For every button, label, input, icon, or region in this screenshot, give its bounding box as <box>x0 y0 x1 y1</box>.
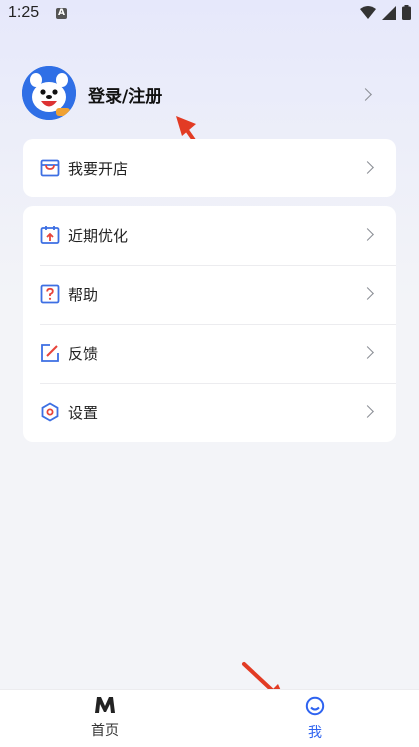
mascot-avatar-icon <box>22 66 76 120</box>
tab-me[interactable]: 我 <box>275 696 355 742</box>
menu-item-help[interactable]: 帮助 <box>23 265 396 324</box>
shop-card: 我要开店 <box>23 139 396 197</box>
chevron-right-icon <box>359 88 372 101</box>
settings-hex-icon <box>41 402 59 422</box>
chevron-right-icon <box>361 287 374 300</box>
tab-home[interactable]: 首页 <box>65 696 145 740</box>
notification-a-icon: A <box>56 8 67 19</box>
battery-icon <box>402 5 411 20</box>
me-smile-icon <box>305 696 325 716</box>
menu-item-label: 帮助 <box>68 286 99 304</box>
status-bar: 1:25 A <box>0 0 419 30</box>
help-icon <box>40 284 60 304</box>
avatar[interactable] <box>22 66 76 120</box>
menu-item-label: 反馈 <box>68 345 99 363</box>
status-time: 1:25 <box>8 4 40 21</box>
calendar-icon <box>40 226 60 244</box>
menu-item-label: 设置 <box>68 404 99 422</box>
settings-card: 近期优化 帮助 反馈 设置 <box>23 206 396 442</box>
chevron-right-icon <box>361 161 374 174</box>
home-m-logo-icon <box>95 697 115 713</box>
menu-item-label: 我要开店 <box>68 160 129 178</box>
chevron-right-icon <box>361 228 374 241</box>
menu-item-open-store[interactable]: 我要开店 <box>23 139 396 198</box>
menu-item-settings[interactable]: 设置 <box>23 383 396 442</box>
tab-me-label: 我 <box>308 725 322 741</box>
store-icon <box>40 159 60 177</box>
feedback-edit-icon <box>41 344 59 362</box>
login-register-label[interactable]: 登录/注册 <box>88 82 162 107</box>
menu-item-feedback[interactable]: 反馈 <box>23 324 396 383</box>
chevron-right-icon <box>361 346 374 359</box>
signal-icon <box>382 5 396 20</box>
wifi-icon <box>360 6 376 19</box>
chevron-right-icon <box>361 405 374 418</box>
tab-home-label: 首页 <box>91 723 119 739</box>
bottom-tab-bar: 首页 我 <box>0 689 419 747</box>
menu-item-label: 近期优化 <box>68 227 129 245</box>
menu-item-recent-optimization[interactable]: 近期优化 <box>23 206 396 265</box>
